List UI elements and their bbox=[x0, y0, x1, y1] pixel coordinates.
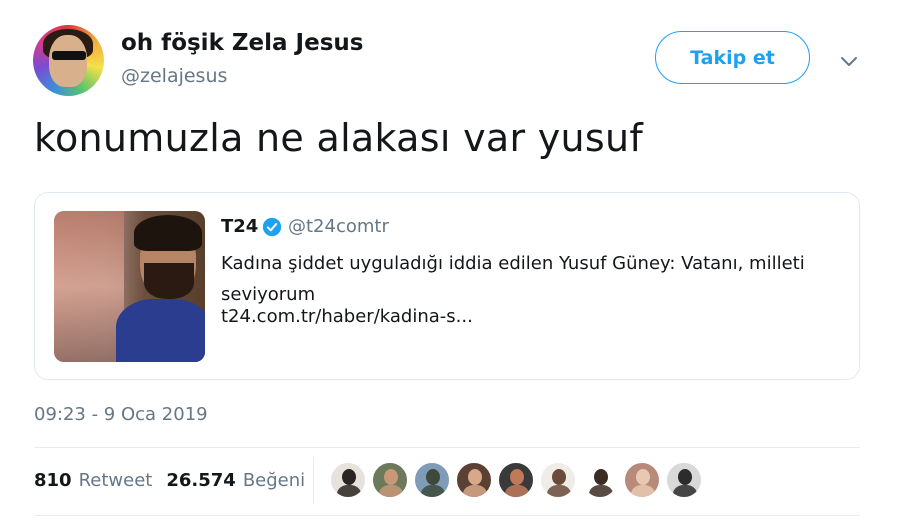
chevron-down-icon[interactable] bbox=[838, 50, 860, 72]
verified-badge-icon bbox=[262, 217, 282, 237]
divider bbox=[34, 515, 860, 516]
author-handle[interactable]: @zelajesus bbox=[121, 65, 227, 87]
engagement-stats: 810 Retweet 26.574 Beğeni bbox=[34, 470, 305, 491]
card-source-name: T24 bbox=[221, 216, 259, 237]
avatar-sunglasses bbox=[52, 51, 86, 60]
card-source-handle: @t24comtr bbox=[288, 216, 389, 237]
retweet-label[interactable]: Retweet bbox=[79, 470, 153, 491]
divider bbox=[34, 447, 860, 448]
retweet-count[interactable]: 810 bbox=[34, 470, 72, 491]
like-count[interactable]: 26.574 bbox=[166, 470, 235, 491]
liker-avatar[interactable] bbox=[666, 462, 702, 498]
tweet-timestamp[interactable]: 09:23 - 9 Oca 2019 bbox=[34, 404, 208, 425]
liker-avatar[interactable] bbox=[414, 462, 450, 498]
avatar-face bbox=[49, 35, 87, 87]
author-display-name[interactable]: oh föşik Zela Jesus bbox=[121, 30, 363, 56]
quoted-link-card[interactable]: T24 @t24comtr Kadına şiddet uyguladığı i… bbox=[34, 192, 860, 380]
liker-avatar[interactable] bbox=[456, 462, 492, 498]
follow-button[interactable]: Takip et bbox=[655, 31, 810, 84]
liker-avatar[interactable] bbox=[372, 462, 408, 498]
liker-avatar[interactable] bbox=[498, 462, 534, 498]
liker-avatar[interactable] bbox=[624, 462, 660, 498]
liker-avatar[interactable] bbox=[330, 462, 366, 498]
liker-avatar[interactable] bbox=[582, 462, 618, 498]
liker-avatar[interactable] bbox=[540, 462, 576, 498]
like-label[interactable]: Beğeni bbox=[243, 470, 305, 491]
tweet-text: konumuzla ne alakası var yusuf bbox=[34, 116, 644, 160]
author-avatar[interactable] bbox=[33, 25, 104, 96]
card-url: t24.com.tr/haber/kadina-s... bbox=[221, 306, 473, 327]
stats-separator bbox=[313, 457, 314, 504]
card-headline: Kadına şiddet uyguladığı iddia edilen Yu… bbox=[221, 253, 805, 305]
card-thumbnail bbox=[54, 211, 205, 362]
